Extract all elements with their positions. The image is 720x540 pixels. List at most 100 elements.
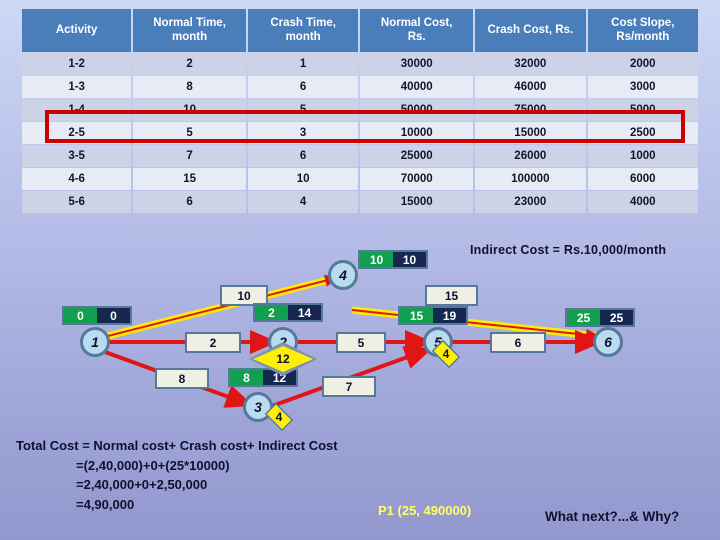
duration-value: 8 bbox=[178, 371, 186, 386]
cell-crash-time: 1 bbox=[247, 52, 359, 75]
edge-label-1-2: 2 bbox=[185, 332, 241, 353]
duration-value: 6 bbox=[514, 335, 522, 350]
cell-crash-cost: 46000 bbox=[475, 75, 586, 98]
crash-cost-table-container: Activity Normal Time, month Crash Time, … bbox=[20, 8, 700, 214]
header-line-1: Normal Time, bbox=[153, 17, 226, 29]
node-4[interactable]: 4 bbox=[328, 260, 358, 290]
cell-crash-time: 3 bbox=[247, 121, 359, 144]
cell-normal-cost: 30000 bbox=[360, 52, 474, 75]
calc-line-2: =(2,40,000)+0+(25*10000) bbox=[76, 457, 230, 473]
column-header-normal-time: Normal Time, month bbox=[133, 9, 246, 52]
node-label: 1 bbox=[91, 334, 99, 350]
cell-activity: 4-6 bbox=[22, 167, 132, 190]
edge-label-1-3: 8 bbox=[155, 368, 209, 389]
table-row: 2-5 5 3 10000 15000 2500 bbox=[22, 121, 698, 144]
node-4-time-box: 10 10 bbox=[358, 250, 428, 269]
table-row: 3-5 7 6 25000 26000 1000 bbox=[22, 144, 698, 167]
table-row: 5-6 6 4 15000 23000 4000 bbox=[22, 190, 698, 213]
table-row: 1-3 8 6 40000 46000 3000 bbox=[22, 75, 698, 98]
header-line-1: Normal Cost, bbox=[380, 17, 453, 29]
cell-normal-time: 2 bbox=[133, 52, 246, 75]
earliest-time: 25 bbox=[567, 310, 600, 325]
cell-normal-time: 6 bbox=[133, 190, 246, 213]
node-2-time-box: 2 14 bbox=[253, 303, 323, 322]
cell-normal-cost: 10000 bbox=[360, 121, 474, 144]
calc-line-4: =4,90,000 bbox=[76, 496, 135, 512]
network-diagram: 1 2 3 4 5 6 0 0 2 14 8 12 10 10 15 19 25… bbox=[0, 240, 720, 440]
latest-time: 25 bbox=[600, 310, 633, 325]
duration-value: 5 bbox=[357, 335, 365, 350]
cell-cost-slope: 2500 bbox=[587, 121, 698, 144]
earliest-time: 2 bbox=[255, 305, 288, 320]
duration-value: 15 bbox=[444, 288, 459, 303]
table-row: 1-2 2 1 30000 32000 2000 bbox=[22, 52, 698, 75]
slack-value: 4 bbox=[442, 347, 450, 361]
header-line-1: Crash Time, bbox=[270, 17, 336, 29]
crash-cost-table: Activity Normal Time, month Crash Time, … bbox=[20, 8, 700, 214]
total-cost-calculation: Total Cost = Normal cost+ Crash cost+ In… bbox=[16, 436, 338, 514]
header-line-2: month bbox=[172, 31, 208, 44]
node-2-slack-diamond: 12 bbox=[249, 342, 317, 376]
cell-activity: 1-2 bbox=[22, 52, 132, 75]
cell-normal-time: 7 bbox=[133, 144, 246, 167]
cell-cost-slope: 4000 bbox=[587, 190, 698, 213]
node-3-slack-diamond: 4 bbox=[262, 402, 296, 432]
cell-crash-time: 5 bbox=[247, 98, 359, 121]
node-label: 3 bbox=[254, 399, 262, 415]
duration-value: 10 bbox=[237, 288, 251, 303]
table-header: Activity Normal Time, month Crash Time, … bbox=[22, 9, 698, 52]
latest-time: 10 bbox=[393, 252, 426, 267]
table-body: 1-2 2 1 30000 32000 2000 1-3 8 6 40000 46000 3000 1-… bbox=[22, 52, 698, 213]
header-line-2: Rs. bbox=[407, 31, 426, 44]
column-header-cost-slope: Cost Slope, Rs/month bbox=[587, 9, 698, 52]
cell-activity: 1-3 bbox=[22, 75, 132, 98]
edge-label-4-6: 15 bbox=[425, 285, 478, 306]
indirect-cost-note: Indirect Cost = Rs.10,000/month bbox=[470, 243, 667, 257]
cell-normal-cost: 15000 bbox=[360, 190, 474, 213]
cell-normal-time: 15 bbox=[133, 167, 246, 190]
cell-cost-slope: 3000 bbox=[587, 75, 698, 98]
earliest-time: 8 bbox=[230, 370, 263, 385]
header-line-2: month bbox=[285, 31, 321, 44]
column-header-normal-cost: Normal Cost, Rs. bbox=[360, 9, 474, 52]
cell-crash-cost: 15000 bbox=[475, 121, 586, 144]
cell-normal-cost: 40000 bbox=[360, 75, 474, 98]
table-row: 1-4 10 5 50000 75000 5000 bbox=[22, 98, 698, 121]
node-5-time-box: 15 19 bbox=[398, 306, 468, 325]
node-6-time-box: 25 25 bbox=[565, 308, 635, 327]
duration-value: 7 bbox=[345, 379, 353, 394]
column-header-crash-time: Crash Time, month bbox=[247, 9, 359, 52]
slack-value: 4 bbox=[275, 410, 283, 424]
cell-crash-time: 4 bbox=[247, 190, 359, 213]
duration-value: 2 bbox=[209, 335, 217, 350]
node-6[interactable]: 6 bbox=[593, 327, 623, 357]
latest-time: 14 bbox=[288, 305, 321, 320]
column-header-crash-cost: Crash Cost, Rs. bbox=[475, 9, 586, 52]
node-1[interactable]: 1 bbox=[80, 327, 110, 357]
cell-cost-slope: 6000 bbox=[587, 167, 698, 190]
node-5-slack-diamond: 4 bbox=[429, 339, 463, 369]
cell-normal-time: 8 bbox=[133, 75, 246, 98]
calc-line-3: =2,40,000+0+2,50,000 bbox=[76, 477, 208, 492]
cell-crash-time: 6 bbox=[247, 144, 359, 167]
cell-cost-slope: 5000 bbox=[587, 98, 698, 121]
header-line-1: Activity bbox=[55, 24, 98, 37]
cell-normal-time: 5 bbox=[133, 121, 246, 144]
cell-activity: 5-6 bbox=[22, 190, 132, 213]
point-p1-label: P1 (25, 490000) bbox=[378, 503, 472, 518]
edge-label-3-5: 7 bbox=[322, 376, 376, 397]
calc-line-1: Total Cost = Normal cost+ Crash cost+ In… bbox=[16, 438, 338, 453]
cell-crash-cost: 23000 bbox=[475, 190, 586, 213]
cell-crash-cost: 100000 bbox=[475, 167, 586, 190]
earliest-time: 15 bbox=[400, 308, 433, 323]
cell-crash-cost: 26000 bbox=[475, 144, 586, 167]
cell-normal-time: 10 bbox=[133, 98, 246, 121]
node-label: 4 bbox=[339, 267, 347, 283]
header-line-1: Crash Cost, Rs. bbox=[487, 24, 574, 37]
node-1-time-box: 0 0 bbox=[62, 306, 132, 325]
earliest-time: 10 bbox=[360, 252, 393, 267]
cell-crash-cost: 75000 bbox=[475, 98, 586, 121]
earliest-time: 0 bbox=[64, 308, 97, 323]
cell-activity: 3-5 bbox=[22, 144, 132, 167]
cell-crash-cost: 32000 bbox=[475, 52, 586, 75]
